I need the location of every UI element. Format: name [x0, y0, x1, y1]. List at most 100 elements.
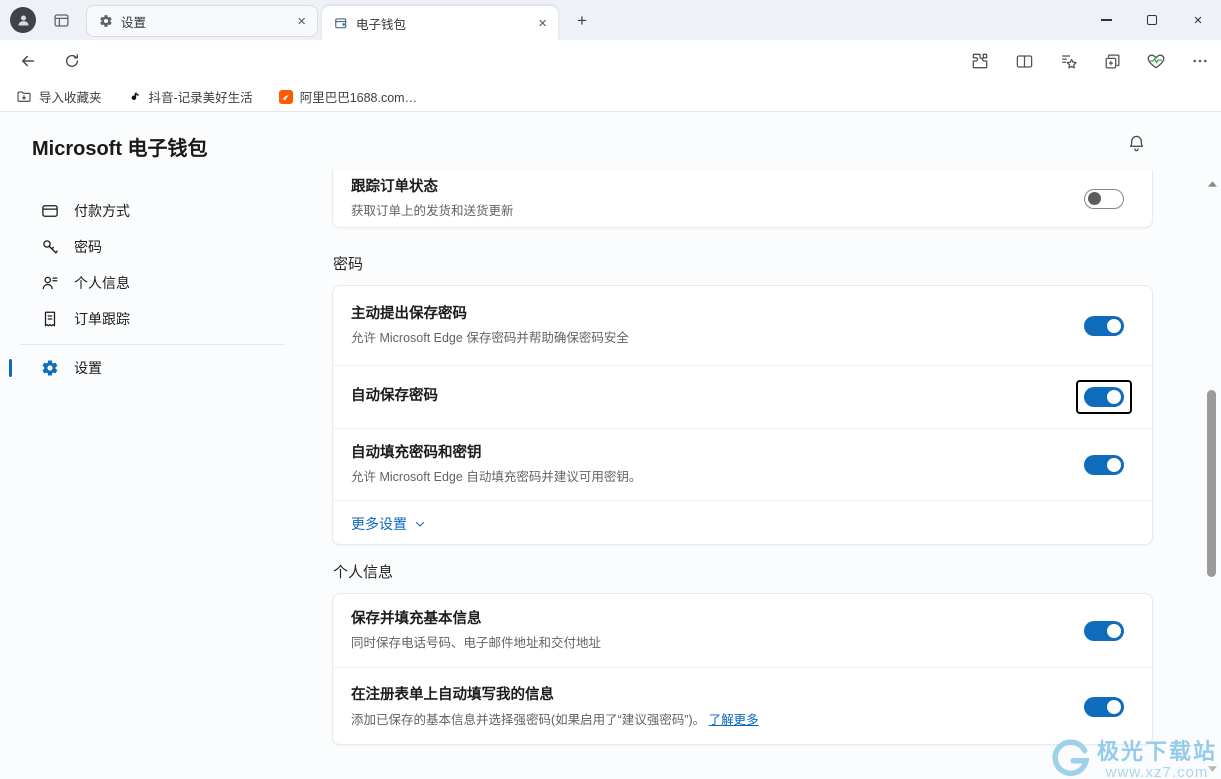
active-indicator [9, 359, 12, 377]
setting-title: 在注册表单上自动填写我的信息 [351, 686, 759, 706]
scroll-down-icon[interactable] [1207, 765, 1217, 773]
window-controls: × [1083, 0, 1221, 40]
maximize-button[interactable] [1129, 0, 1175, 40]
sidebar-item-order-tracking[interactable]: 订单跟踪 [0, 301, 305, 337]
setting-row: 在注册表单上自动填写我的信息 添加已保存的基本信息并选择强密码(如果启用了“建议… [333, 668, 1152, 746]
sidebar-item-label: 设置 [74, 358, 102, 378]
more-settings-row: 更多设置 [333, 501, 1152, 546]
learn-more-link[interactable]: 了解更多 [709, 713, 759, 727]
bookmark-import-favorites[interactable]: 导入收藏夹 [16, 87, 102, 106]
subtitle-text: 添加已保存的基本信息并选择强密码(如果启用了“建议强密码”)。 [351, 713, 705, 727]
person-icon [16, 13, 31, 28]
setting-subtitle: 同时保存电话号码、电子邮件地址和交付地址 [351, 635, 601, 651]
offer-save-passwords-toggle[interactable] [1084, 316, 1124, 336]
keyboard-focus-ring [1076, 380, 1132, 414]
personal-info-card: 保存并填充基本信息 同时保存电话号码、电子邮件地址和交付地址 在注册表单上自动填… [332, 593, 1153, 745]
sidebar-item-payment-methods[interactable]: 付款方式 [0, 193, 305, 229]
gear-icon [99, 14, 113, 28]
bookmark-douyin[interactable]: 抖音-记录美好生活 [128, 87, 253, 106]
credit-card-icon [41, 202, 59, 220]
setting-row: 保存并填充基本信息 同时保存电话号码、电子邮件地址和交付地址 [333, 594, 1152, 668]
back-arrow-icon [19, 52, 37, 70]
split-screen-icon[interactable] [1013, 49, 1035, 73]
sidebar-item-passwords[interactable]: 密码 [0, 229, 305, 265]
more-settings-link[interactable]: 更多设置 [351, 514, 426, 534]
row-text: 跟踪订单状态 获取订单上的发货和送货更新 [351, 178, 514, 220]
chevron-down-icon [414, 518, 426, 530]
setting-subtitle: 允许 Microsoft Edge 自动填充密码并建议可用密钥。 [351, 469, 641, 485]
sidebar-item-label: 密码 [74, 237, 102, 257]
autofill-passwords-toggle[interactable] [1084, 455, 1124, 475]
close-button[interactable]: × [1175, 0, 1221, 40]
setting-row: 跟踪订单状态 获取订单上的发货和送货更新 [333, 170, 1152, 227]
gear-icon [41, 359, 59, 377]
bookmark-alibaba[interactable]: 阿里巴巴1688.com… [279, 87, 417, 106]
sidebar-item-label: 个人信息 [74, 273, 130, 293]
page-scrollbar [1206, 170, 1218, 779]
sidebar-item-label: 付款方式 [74, 201, 130, 221]
close-tab-icon[interactable]: × [533, 15, 552, 32]
sidebar-divider [20, 344, 285, 345]
more-settings-label: 更多设置 [351, 514, 407, 534]
setting-title: 保存并填充基本信息 [351, 610, 601, 630]
wallet-page: Microsoft 电子钱包 付款方式 密码 个人信息 订单跟踪 [0, 112, 1221, 779]
wallet-icon [334, 16, 348, 30]
setting-title: 自动保存密码 [351, 387, 438, 407]
setting-subtitle: 添加已保存的基本信息并选择强密码(如果启用了“建议强密码”)。 了解更多 [351, 712, 759, 728]
refresh-icon [64, 53, 80, 69]
bookmark-label: 阿里巴巴1688.com… [300, 87, 417, 106]
toolbar-actions [969, 49, 1211, 73]
favorites-hub-icon[interactable] [1057, 49, 1079, 73]
workspaces-icon[interactable] [50, 9, 72, 31]
maximize-icon [1147, 15, 1157, 25]
autofill-signup-forms-toggle[interactable] [1084, 697, 1124, 717]
person-card-icon [41, 274, 59, 292]
close-tab-icon[interactable]: × [292, 13, 311, 30]
sidebar-item-settings[interactable]: 设置 [0, 350, 305, 386]
auto-save-passwords-toggle[interactable] [1084, 387, 1124, 407]
setting-title: 主动提出保存密码 [351, 305, 629, 325]
order-tracking-toggle[interactable] [1084, 189, 1124, 209]
scrollbar-thumb[interactable] [1207, 390, 1216, 577]
bookmark-label: 抖音-记录美好生活 [149, 87, 253, 106]
notifications-bell-icon[interactable] [1127, 134, 1146, 153]
extensions-icon[interactable] [969, 49, 991, 73]
browser-titlebar: 设置 × 电子钱包 × + × [0, 0, 1221, 40]
import-favorites-icon [16, 89, 32, 105]
browser-essentials-icon[interactable] [1145, 49, 1167, 73]
save-fill-basic-info-toggle[interactable] [1084, 621, 1124, 641]
wallet-sidebar: 付款方式 密码 个人信息 订单跟踪 设置 对电子钱包满意吗? [0, 193, 305, 386]
passwords-card: 主动提出保存密码 允许 Microsoft Edge 保存密码并帮助确保密码安全… [332, 285, 1153, 545]
setting-subtitle: 允许 Microsoft Edge 保存密码并帮助确保密码安全 [351, 330, 629, 346]
bookmark-label: 导入收藏夹 [39, 87, 102, 106]
back-button[interactable] [16, 49, 40, 73]
section-heading-passwords: 密码 [333, 253, 363, 274]
row-text: 主动提出保存密码 允许 Microsoft Edge 保存密码并帮助确保密码安全 [351, 305, 629, 347]
tab-settings[interactable]: 设置 × [86, 5, 318, 37]
minimize-button[interactable] [1083, 0, 1129, 40]
setting-row: 主动提出保存密码 允许 Microsoft Edge 保存密码并帮助确保密码安全 [333, 286, 1152, 366]
receipt-icon [41, 310, 59, 328]
refresh-button[interactable] [60, 49, 84, 73]
page-title: Microsoft 电子钱包 [32, 132, 208, 161]
browser-window: 设置 × 电子钱包 × + × Edge edge://wallet/setti… [0, 0, 1221, 779]
profile-avatar[interactable] [10, 7, 36, 33]
sidebar-item-personal-info[interactable]: 个人信息 [0, 265, 305, 301]
row-text: 自动填充密码和密钥 允许 Microsoft Edge 自动填充密码并建议可用密… [351, 444, 641, 486]
scroll-up-icon[interactable] [1207, 180, 1217, 188]
setting-title: 自动填充密码和密钥 [351, 444, 641, 464]
order-tracking-card: 跟踪订单状态 获取订单上的发货和送货更新 [332, 170, 1153, 228]
bookmarks-bar: 导入收藏夹 抖音-记录美好生活 阿里巴巴1688.com… [0, 82, 1221, 112]
new-tab-button[interactable]: + [570, 9, 594, 33]
tab-label: 设置 [121, 12, 284, 31]
watermark-url: www.xz7.com [1106, 764, 1209, 779]
collections-icon[interactable] [1101, 49, 1123, 73]
key-icon [41, 238, 59, 256]
row-text: 在注册表单上自动填写我的信息 添加已保存的基本信息并选择强密码(如果启用了“建议… [351, 686, 759, 728]
settings-menu-icon[interactable] [1189, 49, 1211, 73]
setting-title: 跟踪订单状态 [351, 178, 514, 198]
tab-wallet[interactable]: 电子钱包 × [322, 6, 558, 40]
tab-label: 电子钱包 [356, 14, 525, 33]
row-text: 自动保存密码 [351, 387, 438, 407]
section-heading-personal-info: 个人信息 [333, 561, 393, 582]
